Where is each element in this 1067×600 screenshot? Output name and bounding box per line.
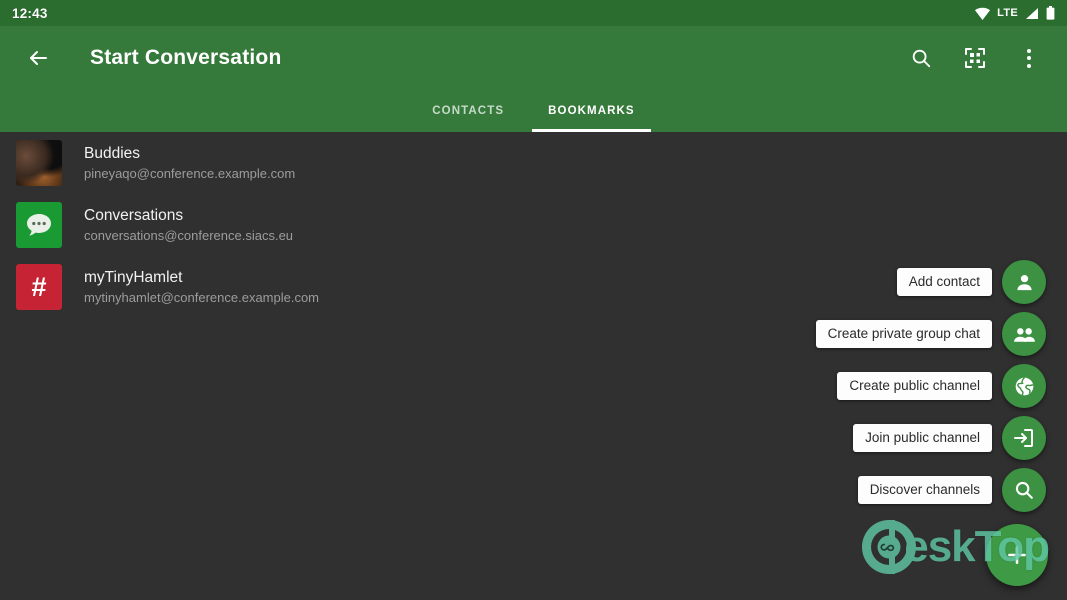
search-icon[interactable]	[897, 34, 945, 82]
speed-dial-label[interactable]: Create private group chat	[815, 320, 992, 348]
speed-dial-item-join-public-channel[interactable]: Join public channel	[853, 416, 1046, 460]
speed-dial-item-create-public-channel[interactable]: Create public channel	[837, 364, 1046, 408]
speed-dial-menu: Add contact Create private group chat Cr…	[815, 260, 1048, 586]
status-bar: 12:43 LTE	[0, 0, 1067, 26]
group-icon[interactable]	[1002, 312, 1046, 356]
login-icon[interactable]	[1002, 416, 1046, 460]
back-arrow-icon[interactable]	[14, 34, 62, 82]
speed-dial-label[interactable]: Create public channel	[837, 372, 992, 400]
speed-dial-item-create-private-group-chat[interactable]: Create private group chat	[815, 312, 1046, 356]
app-bar-actions	[897, 34, 1053, 82]
list-item[interactable]: Buddies pineyaqo@conference.example.com	[0, 132, 1067, 194]
list-item-title: Buddies	[84, 144, 141, 162]
avatar	[16, 140, 62, 186]
page-title: Start Conversation	[90, 46, 282, 69]
list-item-title: myTinyHamlet	[84, 268, 183, 286]
wifi-icon	[975, 7, 991, 20]
list-item-title: Conversations	[84, 206, 184, 224]
speed-dial-label[interactable]: Discover channels	[857, 476, 992, 504]
list-item-text: Buddies pineyaqo@conference.example.com	[84, 144, 295, 183]
globe-icon[interactable]	[1002, 364, 1046, 408]
speed-dial-item-add-contact[interactable]: Add contact	[896, 260, 1046, 304]
speed-dial-label[interactable]: Join public channel	[853, 424, 992, 452]
status-bar-clock: 12:43	[12, 5, 48, 21]
list-item-subtitle: conversations@conference.siacs.eu	[84, 227, 294, 243]
overflow-menu-icon[interactable]	[1005, 34, 1053, 82]
speed-dial-item-discover-channels[interactable]: Discover channels	[857, 468, 1046, 512]
list-item[interactable]: Conversations conversations@conference.s…	[0, 194, 1067, 256]
network-type-label: LTE	[997, 7, 1018, 19]
app-screen: 12:43 LTE Start Conversation CONTACTS BO…	[0, 0, 1067, 600]
tab-bookmarks[interactable]: BOOKMARKS	[526, 90, 657, 132]
list-item-subtitle: pineyaqo@conference.example.com	[84, 165, 296, 181]
tab-contacts[interactable]: CONTACTS	[410, 90, 526, 132]
tab-bar: CONTACTS BOOKMARKS	[0, 90, 1067, 132]
status-bar-icons: LTE	[975, 6, 1055, 20]
signal-icon	[1025, 7, 1039, 20]
list-item-text: myTinyHamlet mytinyhamlet@conference.exa…	[84, 268, 319, 307]
main-fab-add-button[interactable]	[986, 524, 1048, 586]
list-item-subtitle: mytinyhamlet@conference.example.com	[84, 289, 320, 305]
list-item-text: Conversations conversations@conference.s…	[84, 206, 293, 245]
speed-dial-label[interactable]: Add contact	[896, 268, 992, 296]
person-add-icon[interactable]	[1002, 260, 1046, 304]
battery-icon	[1046, 6, 1055, 20]
avatar	[16, 202, 62, 248]
search-icon[interactable]	[1002, 468, 1046, 512]
avatar: #	[16, 264, 62, 310]
qr-scan-icon[interactable]	[951, 34, 999, 82]
app-bar: Start Conversation	[0, 26, 1067, 90]
